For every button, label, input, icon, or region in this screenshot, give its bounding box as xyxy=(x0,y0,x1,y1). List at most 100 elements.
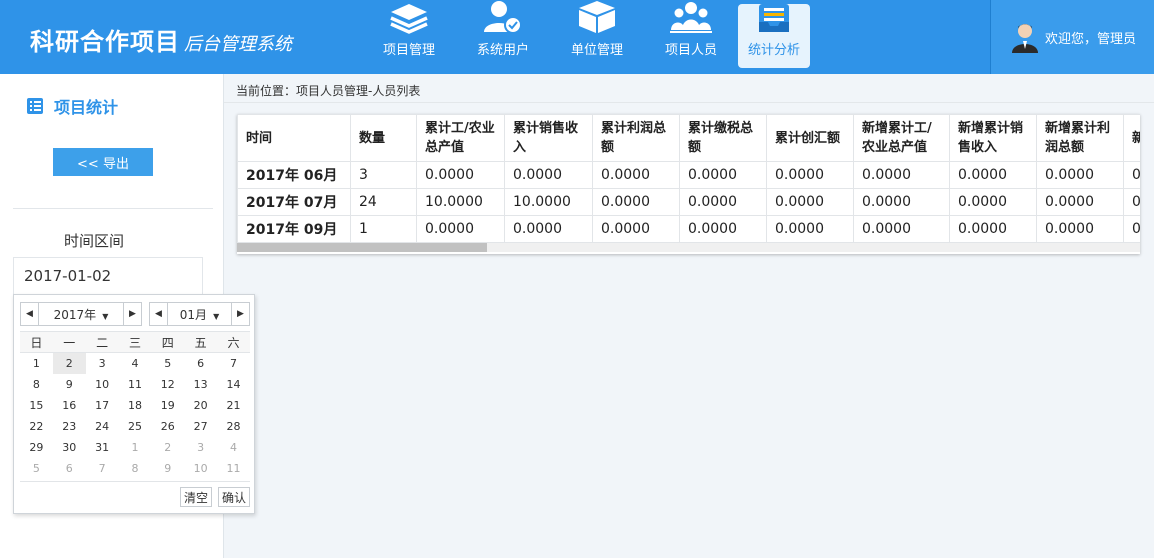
calendar-day[interactable]: 30 xyxy=(53,437,86,458)
table-cell: 0.0000 xyxy=(766,161,854,189)
calendar-day[interactable]: 10 xyxy=(86,374,119,395)
calendar-day-other-month[interactable]: 11 xyxy=(217,458,250,479)
year-dropdown[interactable]: 2017年 ▼ xyxy=(39,306,123,323)
nav-unit-management[interactable]: 单位管理 xyxy=(550,1,644,68)
chevron-down-icon: ▼ xyxy=(213,311,220,321)
weekday-label: 四 xyxy=(151,331,185,353)
sidebar-title-label: 项目统计 xyxy=(54,98,119,117)
calendar-day[interactable]: 15 xyxy=(20,395,53,416)
horizontal-scrollbar[interactable] xyxy=(237,243,1140,252)
prev-month-icon[interactable]: ◀ xyxy=(150,303,168,325)
calendar-day[interactable]: 26 xyxy=(151,416,184,437)
month-dropdown[interactable]: 01月 ▼ xyxy=(168,306,231,323)
weekday-label: 日 xyxy=(20,331,53,353)
calendar-day-other-month[interactable]: 5 xyxy=(20,458,53,479)
nav-project-staff[interactable]: 项目人员 xyxy=(644,2,738,68)
table-cell: 0 xyxy=(1123,188,1140,216)
table-cell: 0.0000 xyxy=(679,161,767,189)
calendar-day[interactable]: 31 xyxy=(86,437,119,458)
calendar-day[interactable]: 19 xyxy=(151,395,184,416)
calendar-day[interactable]: 17 xyxy=(86,395,119,416)
calendar-day-other-month[interactable]: 7 xyxy=(86,458,119,479)
prev-year-icon[interactable]: ◀ xyxy=(21,303,39,325)
table-cell: 2017年 09月 xyxy=(237,215,351,243)
calendar-day[interactable]: 18 xyxy=(119,395,152,416)
calendar-day[interactable]: 23 xyxy=(53,416,86,437)
calendar-day[interactable]: 25 xyxy=(119,416,152,437)
table-cell: 1 xyxy=(350,215,417,243)
calendar-day-other-month[interactable]: 9 xyxy=(151,458,184,479)
column-header: 新增累计利润总额 xyxy=(1036,114,1124,162)
calendar-footer: 清空 确认 xyxy=(20,481,250,509)
calendar-day[interactable]: 9 xyxy=(53,374,86,395)
table-cell: 0 xyxy=(1123,215,1140,243)
table-cell: 24 xyxy=(350,188,417,216)
calendar-day[interactable]: 27 xyxy=(184,416,217,437)
calendar-day-other-month[interactable]: 1 xyxy=(119,437,152,458)
clear-button[interactable]: 清空 xyxy=(180,487,213,507)
calendar-day-other-month[interactable]: 2 xyxy=(151,437,184,458)
brand: 科研合作项目 后台管理系统 xyxy=(30,22,292,57)
table-cell: 0.0000 xyxy=(1036,161,1124,189)
calendar-day[interactable]: 4 xyxy=(119,353,152,374)
table-cell: 0.0000 xyxy=(853,215,950,243)
nav-system-users[interactable]: 系统用户 xyxy=(456,1,550,68)
brand-title: 科研合作项目 xyxy=(30,28,180,56)
table-cell: 0.0000 xyxy=(592,188,680,216)
breadcrumb: 当前位置：项目人员管理-人员列表 xyxy=(236,84,421,98)
table-cell: 0.0000 xyxy=(949,161,1037,189)
calendar-day[interactable]: 1 xyxy=(20,353,53,374)
calendar-day[interactable]: 12 xyxy=(151,374,184,395)
column-header: 新增累计销售收入 xyxy=(949,114,1037,162)
divider xyxy=(224,102,1154,103)
table-cell: 0.0000 xyxy=(504,161,593,189)
box-icon xyxy=(576,0,618,34)
calendar-day[interactable]: 22 xyxy=(20,416,53,437)
avatar xyxy=(1011,21,1039,53)
date-field[interactable] xyxy=(13,257,203,295)
calendar-day-other-month[interactable]: 4 xyxy=(217,437,250,458)
calendar-day[interactable]: 6 xyxy=(184,353,217,374)
table-cell: 0 xyxy=(1123,161,1140,189)
next-year-icon[interactable]: ▶ xyxy=(123,303,141,325)
calendar-day[interactable]: 3 xyxy=(86,353,119,374)
calendar-day[interactable]: 29 xyxy=(20,437,53,458)
column-header: 累计创汇额 xyxy=(766,114,854,162)
nav-statistics[interactable]: 统计分析 xyxy=(738,4,810,68)
calendar-day[interactable]: 13 xyxy=(184,374,217,395)
column-header: 累计缴税总额 xyxy=(679,114,767,162)
calendar-day[interactable]: 8 xyxy=(20,374,53,395)
confirm-button[interactable]: 确认 xyxy=(218,487,250,507)
nav-label: 系统用户 xyxy=(476,43,529,58)
table-cell: 0.0000 xyxy=(949,215,1037,243)
stats-table: 时间 数量 累计工/农业总产值 累计销售收入 累计利润总额 累计缴税总额 累计创… xyxy=(237,114,1140,243)
table-cell: 0.0000 xyxy=(1036,215,1124,243)
table-cell: 10.0000 xyxy=(504,188,593,216)
nav-project-management[interactable]: 项目管理 xyxy=(362,4,456,68)
nav-label: 单位管理 xyxy=(570,43,623,58)
calendar-day[interactable]: 28 xyxy=(217,416,250,437)
calendar-day[interactable]: 16 xyxy=(53,395,86,416)
calendar-day[interactable]: 11 xyxy=(119,374,152,395)
calendar-day[interactable]: 21 xyxy=(217,395,250,416)
table-cell: 0.0000 xyxy=(1036,188,1124,216)
calendar-day[interactable]: 5 xyxy=(151,353,184,374)
next-month-icon[interactable]: ▶ xyxy=(231,303,249,325)
calendar-day[interactable]: 20 xyxy=(184,395,217,416)
people-icon xyxy=(670,0,712,34)
calendar-day[interactable]: 7 xyxy=(217,353,250,374)
table-cell: 0.0000 xyxy=(592,215,680,243)
export-button[interactable]: << 导出 xyxy=(53,148,153,176)
calendar-header: ◀ 2017年 ▼ ▶ ◀ 01月 ▼ ▶ xyxy=(20,302,250,326)
nav-label: 统计分析 xyxy=(747,43,800,58)
calendar-day[interactable]: 14 xyxy=(217,374,250,395)
calendar-day-other-month[interactable]: 10 xyxy=(184,458,217,479)
calendar-day-selected[interactable]: 2 xyxy=(52,352,86,374)
user-area[interactable]: 欢迎您，管理员 xyxy=(990,0,1154,74)
calendar-day-other-month[interactable]: 3 xyxy=(184,437,217,458)
calendar-day-other-month[interactable]: 8 xyxy=(119,458,152,479)
table-cell: 0.0000 xyxy=(766,188,854,216)
calendar-day[interactable]: 24 xyxy=(86,416,119,437)
scrollbar-thumb[interactable] xyxy=(237,243,487,252)
calendar-day-other-month[interactable]: 6 xyxy=(53,458,86,479)
